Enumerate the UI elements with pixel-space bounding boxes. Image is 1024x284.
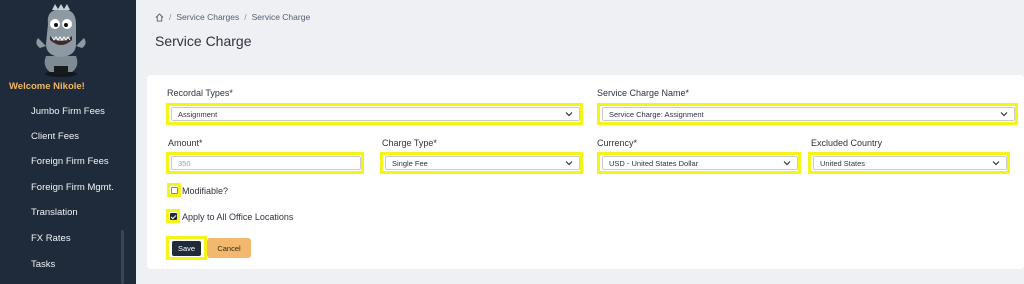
- amount-input[interactable]: 350: [178, 159, 354, 168]
- recordal-types-label: Recordal Types*: [167, 88, 233, 98]
- charge-type-value: Single Fee: [392, 158, 428, 168]
- service-charge-name-select[interactable]: Service Charge: Assignment: [597, 103, 1018, 125]
- breadcrumb-separator: /: [169, 12, 172, 22]
- welcome-message: Welcome Nikole!: [9, 81, 85, 92]
- recordal-types-value: Assignment: [178, 109, 218, 119]
- chevron-down-icon: [565, 112, 573, 117]
- amount-input-wrapper[interactable]: 350: [166, 152, 364, 174]
- charge-type-label: Charge Type*: [382, 138, 437, 148]
- sidebar-scrollbar[interactable]: [121, 230, 124, 284]
- excluded-country-select[interactable]: United States: [808, 152, 1010, 174]
- modifiable-label: Modifiable?: [182, 186, 229, 196]
- sidebar-item-client-fees[interactable]: Client Fees: [31, 131, 79, 142]
- dinosaur-mascot-icon: [36, 4, 86, 77]
- cancel-button[interactable]: Cancel: [207, 238, 251, 258]
- sidebar-item-jumbo-firm-fees[interactable]: Jumbo Firm Fees: [31, 106, 105, 117]
- sidebar-item-tasks[interactable]: Tasks: [31, 259, 55, 270]
- home-icon[interactable]: [155, 12, 164, 22]
- service-charge-name-value: Service Charge: Assignment: [609, 109, 704, 119]
- checkbox-box: [170, 186, 178, 194]
- breadcrumb-separator: /: [244, 12, 247, 22]
- save-button[interactable]: Save: [172, 240, 201, 256]
- chevron-down-icon: [783, 161, 791, 166]
- breadcrumb-service-charges[interactable]: Service Charges: [176, 12, 239, 22]
- checkbox-box: [169, 212, 177, 220]
- sidebar-item-fx-rates[interactable]: FX Rates: [31, 233, 71, 244]
- breadcrumb: / Service Charges / Service Charge: [155, 12, 310, 22]
- currency-label: Currency*: [597, 138, 638, 148]
- modifiable-checkbox[interactable]: [167, 183, 181, 197]
- save-button-wrapper: Save: [166, 236, 207, 260]
- chevron-down-icon: [992, 161, 1000, 166]
- amount-label: Amount*: [168, 138, 203, 148]
- service-charge-name-label: Service Charge Name*: [597, 88, 690, 98]
- recordal-types-select[interactable]: Assignment: [166, 103, 583, 125]
- chevron-down-icon: [565, 161, 573, 166]
- sidebar-item-translation[interactable]: Translation: [31, 207, 78, 218]
- apply-all-offices-checkbox[interactable]: [166, 209, 180, 223]
- sidebar: Welcome Nikole! Jumbo Firm Fees Client F…: [0, 0, 136, 284]
- breadcrumb-service-charge: Service Charge: [251, 12, 311, 22]
- excluded-country-value: United States: [820, 158, 866, 168]
- charge-type-select[interactable]: Single Fee: [380, 152, 583, 174]
- currency-select[interactable]: USD - United States Dollar: [597, 152, 801, 174]
- apply-all-offices-label: Apply to All Office Locations: [182, 212, 294, 222]
- excluded-country-label: Excluded Country: [811, 138, 883, 148]
- chevron-down-icon: [1000, 112, 1008, 117]
- sidebar-item-foreign-firm-mgmt[interactable]: Foreign Firm Mgmt.: [31, 182, 114, 193]
- page-title: Service Charge: [155, 33, 252, 49]
- sidebar-item-foreign-firm-fees[interactable]: Foreign Firm Fees: [31, 156, 109, 167]
- currency-value: USD - United States Dollar: [609, 158, 699, 168]
